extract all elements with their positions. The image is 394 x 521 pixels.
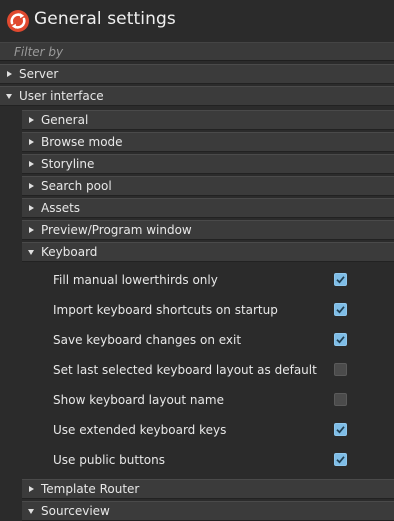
triangle-right-icon: [29, 139, 34, 145]
window-title: General settings: [34, 9, 176, 29]
checkbox-use-public-buttons[interactable]: [334, 453, 347, 466]
app-logo-icon: [7, 10, 29, 32]
subsection-general[interactable]: General: [22, 110, 394, 130]
subsection-label: Storyline: [41, 157, 95, 171]
subsection-search-pool[interactable]: Search pool: [22, 176, 394, 196]
subsection-label: Keyboard: [41, 245, 98, 259]
checkbox-fill-manual-lowerthirds[interactable]: [334, 273, 347, 286]
option-label: Use public buttons: [53, 453, 165, 467]
subsection-browse-mode[interactable]: Browse mode: [22, 132, 394, 152]
triangle-right-icon: [7, 71, 12, 77]
subsection-preview-program-window[interactable]: Preview/Program window: [22, 220, 394, 240]
option-label: Save keyboard changes on exit: [53, 333, 242, 347]
subsection-label: Search pool: [41, 179, 112, 193]
subsection-template-router[interactable]: Template Router: [22, 479, 394, 499]
triangle-right-icon: [29, 486, 34, 492]
checkmark-icon: [336, 456, 345, 464]
option-label: Fill manual lowerthirds only: [53, 273, 218, 287]
section-server[interactable]: Server: [0, 64, 394, 84]
subsection-keyboard[interactable]: Keyboard: [22, 242, 394, 262]
subsection-label: Preview/Program window: [41, 223, 192, 237]
triangle-down-icon: [28, 508, 34, 514]
triangle-right-icon: [29, 183, 34, 189]
triangle-right-icon: [29, 161, 34, 167]
checkmark-icon: [336, 336, 345, 344]
checkbox-show-layout-name[interactable]: [334, 393, 347, 406]
subsection-label: Assets: [41, 201, 81, 215]
section-user-interface[interactable]: User interface: [0, 86, 394, 106]
option-label: Import keyboard shortcuts on startup: [53, 303, 278, 317]
triangle-right-icon: [29, 227, 34, 233]
subsection-storyline[interactable]: Storyline: [22, 154, 394, 174]
triangle-right-icon: [29, 205, 34, 211]
subsection-label: General: [41, 113, 89, 127]
checkmark-icon: [336, 276, 345, 284]
section-label: Server: [19, 67, 59, 81]
option-label: Show keyboard layout name: [53, 393, 224, 407]
checkbox-set-last-layout-default[interactable]: [334, 363, 347, 376]
triangle-down-icon: [28, 249, 34, 255]
checkbox-use-extended-keys[interactable]: [334, 423, 347, 436]
triangle-right-icon: [29, 117, 34, 123]
checkbox-import-keyboard-shortcuts[interactable]: [334, 303, 347, 316]
option-label: Set last selected keyboard layout as def…: [53, 363, 317, 377]
checkbox-save-keyboard-changes[interactable]: [334, 333, 347, 346]
subsection-label: Template Router: [41, 482, 140, 496]
subsection-label: Sourceview: [41, 504, 110, 518]
filter-bar: [0, 42, 394, 61]
subsection-sourceview[interactable]: Sourceview: [22, 501, 394, 521]
subsection-label: Browse mode: [41, 135, 123, 149]
filter-input[interactable]: [14, 44, 384, 60]
triangle-down-icon: [6, 93, 12, 99]
section-label: User interface: [19, 89, 104, 103]
title-bar: General settings: [0, 0, 394, 42]
indent-panel: [0, 108, 22, 521]
option-label: Use extended keyboard keys: [53, 423, 227, 437]
checkmark-icon: [336, 426, 345, 434]
checkmark-icon: [336, 306, 345, 314]
subsection-assets[interactable]: Assets: [22, 198, 394, 218]
